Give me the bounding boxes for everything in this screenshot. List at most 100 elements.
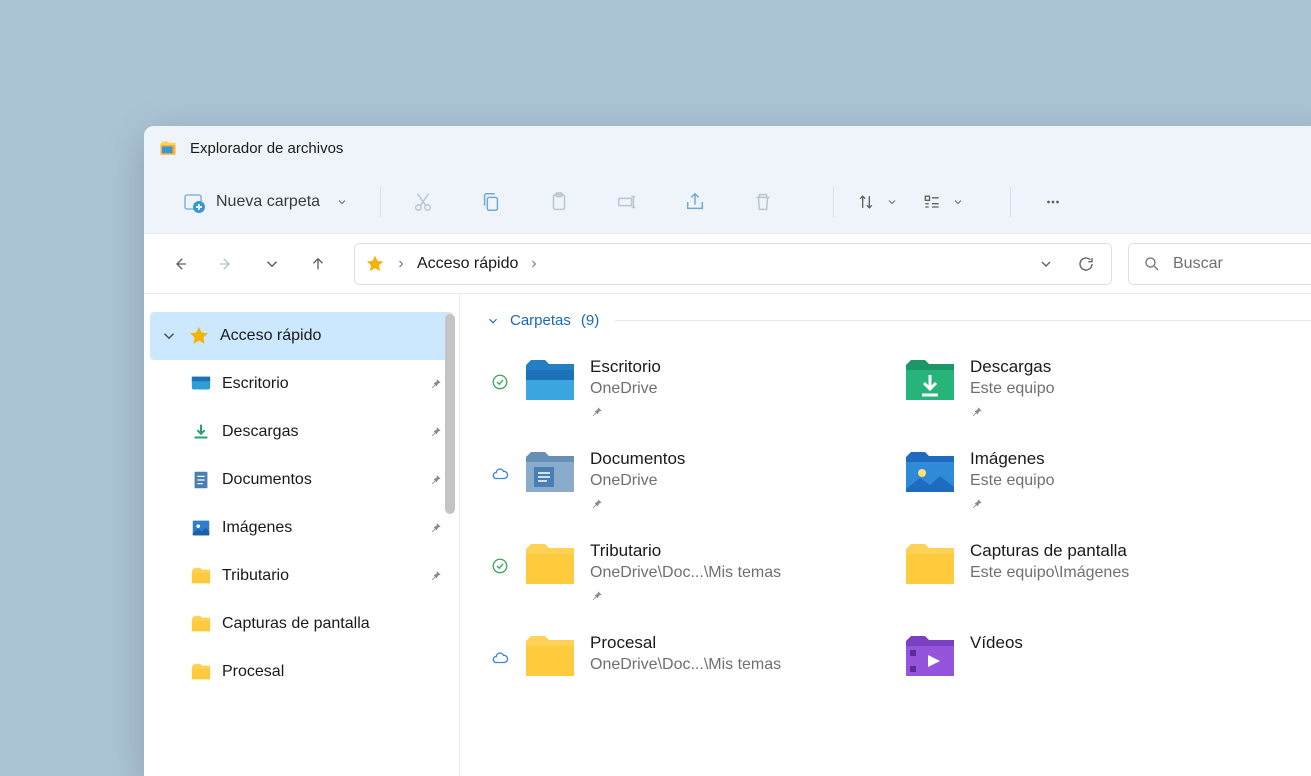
cloud-icon [491,465,509,483]
status-indicator [870,355,890,373]
sidebar-item[interactable]: Capturas de pantalla [144,600,459,648]
trash-icon [752,191,774,213]
sidebar-item[interactable]: Procesal [144,648,459,696]
new-folder-button[interactable]: Nueva carpeta [172,184,358,220]
separator [380,187,381,217]
search-placeholder: Buscar [1173,255,1223,273]
address-history-button[interactable] [1031,249,1061,279]
refresh-icon [1077,255,1095,273]
refresh-button[interactable] [1071,249,1101,279]
folder-subtitle: OneDrive\Doc...\Mis temas [590,564,781,582]
pictures-big-icon [902,447,958,497]
sidebar-item-label: Capturas de pantalla [222,615,443,633]
cut-button[interactable] [403,182,443,222]
section-count: (9) [581,312,599,329]
pin-icon [590,405,604,419]
folder-title: Imágenes [970,449,1055,469]
back-icon [171,255,189,273]
search-box[interactable]: Buscar [1128,243,1311,285]
forward-button[interactable] [206,244,246,284]
folder-icon [190,565,212,587]
paste-button[interactable] [539,182,579,222]
address-location: Acceso rápido [417,255,518,273]
delete-button[interactable] [743,182,783,222]
chevron-down-icon [886,196,898,208]
sidebar-item-label: Tributario [222,567,419,585]
chevron-down-icon [486,314,500,328]
folder-item[interactable]: Documentos OneDrive [486,441,846,517]
sidebar-item-label: Descargas [222,423,419,441]
divider [615,320,1311,321]
search-icon [1143,255,1161,273]
downloads-big-icon [902,355,958,405]
folder-item[interactable]: DescargasEste equipo [866,349,1226,425]
up-icon [309,255,327,273]
desktop-icon [190,373,212,395]
body: Acceso rápido Escritorio Descargas Documen… [144,294,1311,776]
recent-button[interactable] [252,244,292,284]
chevron-down-icon [952,196,964,208]
separator [1010,187,1011,217]
pin-icon [590,589,604,603]
desktop-big-icon [522,355,578,405]
sidebar-item[interactable]: Descargas [144,408,459,456]
sidebar-item[interactable]: Documentos [144,456,459,504]
star-icon [188,325,210,347]
folder-item[interactable]: ImágenesEste equipo [866,441,1226,517]
sidebar-item-label: Procesal [222,663,443,681]
scrollbar[interactable] [445,314,455,514]
pin-icon [970,405,984,419]
status-indicator [490,447,510,483]
forward-icon [217,255,235,273]
chevron-down-icon [160,327,178,345]
sidebar-item[interactable]: Tributario [144,552,459,600]
folder-item[interactable]: Tributario OneDrive\Doc...\Mis temas [486,533,846,609]
status-indicator [870,631,890,649]
address-bar[interactable]: Acceso rápido [354,243,1112,285]
back-button[interactable] [160,244,200,284]
synced-icon [491,373,509,391]
chevron-right-icon [528,258,540,270]
sidebar-item-quick-access[interactable]: Acceso rápido [150,312,453,360]
status-indicator [490,631,510,667]
copy-button[interactable] [471,182,511,222]
pin-icon [429,377,443,391]
chevron-right-icon [395,258,407,270]
sidebar: Acceso rápido Escritorio Descargas Documen… [144,294,460,776]
up-button[interactable] [298,244,338,284]
folder-grid: Escritorio OneDrive DescargasEste equipo Do… [486,349,1311,687]
rename-button[interactable] [607,182,647,222]
folder-item[interactable]: ProcesalOneDrive\Doc...\Mis temas [486,625,846,687]
pin-icon [590,497,604,511]
pin-icon [429,425,443,439]
separator [833,187,834,217]
folder-title: Tributario [590,541,781,561]
folder-subtitle: OneDrive [590,472,685,490]
folder-item[interactable]: Escritorio OneDrive [486,349,846,425]
sidebar-item[interactable]: Imágenes [144,504,459,552]
cut-icon [412,191,434,213]
folder-item[interactable]: Capturas de pantallaEste equipo\Imágenes [866,533,1226,609]
paste-icon [548,191,570,213]
share-button[interactable] [675,182,715,222]
titlebar: Explorador de archivos [144,126,1311,170]
chevron-down-icon [1038,256,1054,272]
section-header[interactable]: Carpetas (9) [486,312,1311,329]
sort-button[interactable] [856,192,898,212]
pin-icon [970,497,984,511]
sidebar-item[interactable]: Escritorio [144,360,459,408]
folder-subtitle: Este equipo [970,380,1055,398]
toolbar: Nueva carpeta [144,170,1311,234]
status-indicator [490,355,510,391]
view-button[interactable] [922,192,964,212]
folder-big-icon [522,539,578,589]
more-button[interactable] [1033,182,1073,222]
sort-icon [856,192,876,212]
folder-subtitle: OneDrive [590,380,661,398]
folder-item[interactable]: Vídeos [866,625,1226,687]
chevron-down-icon [263,255,281,273]
folder-title: Escritorio [590,357,661,377]
documents-big-icon [522,447,578,497]
pictures-icon [190,517,212,539]
folder-title: Documentos [590,449,685,469]
